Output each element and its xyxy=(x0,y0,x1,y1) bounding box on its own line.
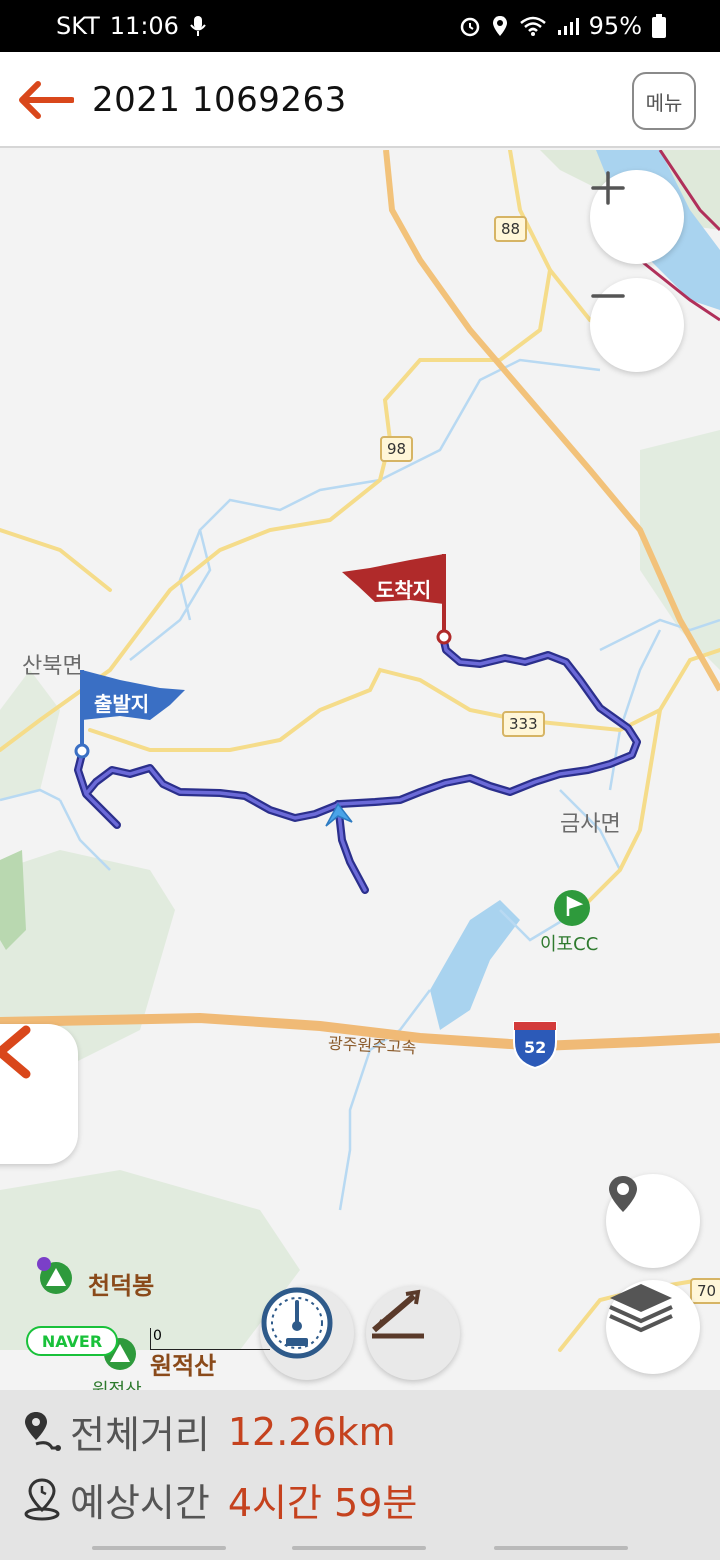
menu-button[interactable]: 메뉴 xyxy=(632,72,696,130)
golf-course-label: 이포CC xyxy=(540,934,599,955)
peak-sub-label: 원적산 xyxy=(92,1376,142,1390)
side-panel-toggle[interactable] xyxy=(0,1024,78,1164)
status-left: SKT 11:06 xyxy=(56,12,207,40)
estimated-time-icon xyxy=(24,1477,60,1520)
carrier-label: SKT xyxy=(56,12,100,40)
map-layers-button[interactable] xyxy=(606,1280,700,1374)
time-row: 예상시간 4시간 59분 xyxy=(22,1472,417,1527)
page-title: 2021 1069263 xyxy=(92,80,347,120)
speedometer-button[interactable] xyxy=(260,1286,354,1380)
wifi-icon xyxy=(519,15,547,37)
app-screen: SKT 11:06 95% 2021 1069263 메뉴 88 98 333 … xyxy=(0,0,720,1560)
layers-icon xyxy=(609,1284,673,1333)
distance-value: 12.26km xyxy=(227,1409,396,1454)
time-label: 예상시간 xyxy=(70,1481,210,1525)
distance-label: 전체거리 xyxy=(70,1413,210,1457)
speedometer-icon xyxy=(261,1287,333,1359)
time-value: 4시간 59분 xyxy=(227,1481,418,1525)
route-outline xyxy=(74,633,641,894)
my-location-button[interactable] xyxy=(606,1174,700,1268)
location-icon xyxy=(491,15,509,37)
road-number-badge: 98 xyxy=(380,436,414,462)
route-line xyxy=(76,635,639,892)
nav-hint-bar xyxy=(92,1546,226,1550)
streams xyxy=(0,358,720,1211)
chevron-left-icon xyxy=(0,1025,31,1079)
road-number-badge: 70 xyxy=(690,1278,720,1304)
microphone-icon xyxy=(189,14,207,38)
battery-icon xyxy=(652,14,666,38)
route-info-panel: 전체거리 12.26km 예상시간 4시간 59분 xyxy=(0,1390,720,1560)
place-label: 금사면 xyxy=(560,812,621,837)
nav-hint-bar xyxy=(494,1546,628,1550)
road-number-badge: 88 xyxy=(494,216,528,242)
clock: 11:06 xyxy=(109,12,179,40)
battery-percent: 95% xyxy=(588,12,642,40)
distance-row: 전체거리 12.26km xyxy=(22,1404,396,1459)
minus-icon xyxy=(591,294,625,298)
highway-label: 광주원주고속 xyxy=(327,1033,417,1058)
elevation-profile-button[interactable] xyxy=(366,1286,460,1380)
place-label: 산북면 xyxy=(22,654,83,679)
map-pin-icon xyxy=(609,1176,637,1212)
peak-label: 원적산 xyxy=(150,1352,217,1380)
start-flag-label: 출발지 xyxy=(94,692,150,716)
naver-logo: NAVER xyxy=(26,1326,118,1356)
back-button[interactable] xyxy=(14,74,76,126)
signal-icon xyxy=(557,16,579,36)
zoom-in-button[interactable] xyxy=(590,170,684,264)
zoom-out-button[interactable] xyxy=(590,278,684,372)
peak-label: 천덕봉 xyxy=(88,1272,155,1300)
road-number-badge: 333 xyxy=(502,711,545,737)
route-pin-icon xyxy=(25,1411,61,1451)
lake xyxy=(430,900,520,1030)
highway-number: 52 xyxy=(524,1038,547,1057)
status-right: 95% xyxy=(459,12,666,40)
map-view[interactable]: 88 98 333 70 52 산북면 금사면 이포CC 광주원주고속 천덕봉 … xyxy=(0,150,720,1390)
status-bar: SKT 11:06 95% xyxy=(0,0,720,52)
nav-hint-bar xyxy=(292,1546,426,1550)
elevation-stairs-icon xyxy=(372,1289,424,1339)
plus-icon xyxy=(591,171,625,205)
alarm-icon xyxy=(459,15,481,37)
forest-area xyxy=(0,670,60,800)
map-scale-bar: 0 xyxy=(150,1328,270,1350)
golf-course-icon xyxy=(554,890,590,926)
arrow-left-icon xyxy=(19,81,74,119)
end-flag-label: 도착지 xyxy=(376,578,432,602)
header-bar: 2021 1069263 메뉴 xyxy=(0,52,720,148)
